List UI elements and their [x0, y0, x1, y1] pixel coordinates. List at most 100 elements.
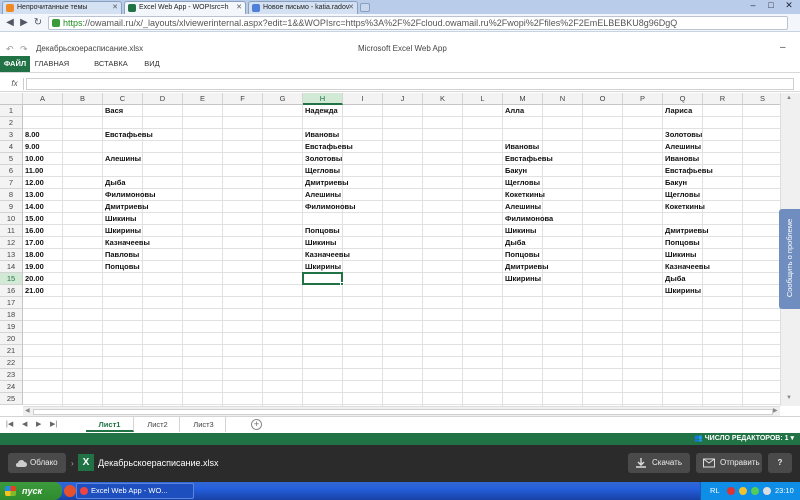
maximize-button[interactable]: □ — [762, 0, 780, 12]
cell-m12[interactable]: Дыба — [503, 237, 623, 249]
column-header-i[interactable]: I — [343, 93, 383, 105]
tray-network-icon[interactable] — [739, 487, 747, 495]
cell-c13[interactable]: Павловы — [103, 249, 223, 261]
column-header-m[interactable]: M — [503, 93, 543, 105]
close-icon[interactable]: ✕ — [112, 2, 118, 13]
scroll-left-icon[interactable]: ◀ — [25, 407, 30, 414]
column-header-g[interactable]: G — [263, 93, 303, 105]
cell-q4[interactable]: Алешины — [663, 141, 780, 153]
cell-h11[interactable]: Попцовы — [303, 225, 423, 237]
browser-quicklaunch-icon[interactable] — [64, 485, 76, 497]
download-button[interactable]: Скачать — [628, 453, 690, 473]
cell-h13[interactable]: Казначеевы — [303, 249, 423, 261]
horizontal-scrollbar[interactable]: ◀ ▶ — [23, 406, 780, 416]
cell-q1[interactable]: Лариса — [663, 105, 780, 117]
row-header-15[interactable]: 15 — [0, 273, 23, 285]
cell-h3[interactable]: Ивановы — [303, 129, 423, 141]
sheet-tab-3[interactable]: Лист3 — [182, 417, 226, 432]
cell-c5[interactable]: Алешины — [103, 153, 223, 165]
fill-handle[interactable] — [340, 282, 344, 286]
tab-file[interactable]: ФАЙЛ — [0, 56, 30, 72]
cell-m6[interactable]: Бакун — [503, 165, 623, 177]
column-header-k[interactable]: K — [423, 93, 463, 105]
row-header-3[interactable]: 3 — [0, 129, 23, 141]
row-header-20[interactable]: 20 — [0, 333, 23, 345]
send-button[interactable]: Отправить — [696, 453, 762, 473]
add-sheet-button[interactable]: + — [251, 419, 262, 430]
scroll-right-icon[interactable]: ▶ — [773, 407, 778, 414]
cloud-button[interactable]: Облако — [8, 453, 66, 473]
tray-update-icon[interactable] — [751, 487, 759, 495]
cell-m11[interactable]: Шикины — [503, 225, 623, 237]
column-header-j[interactable]: J — [383, 93, 423, 105]
cell-m9[interactable]: Алешины — [503, 201, 623, 213]
tray-antivirus-icon[interactable] — [727, 487, 735, 495]
cell-a15[interactable]: 20.00 — [23, 273, 143, 285]
cell-c10[interactable]: Шикины — [103, 213, 223, 225]
row-header-16[interactable]: 16 — [0, 285, 23, 297]
cell-a6[interactable]: 11.00 — [23, 165, 143, 177]
row-header-24[interactable]: 24 — [0, 381, 23, 393]
row-header-4[interactable]: 4 — [0, 141, 23, 153]
row-header-8[interactable]: 8 — [0, 189, 23, 201]
row-header-13[interactable]: 13 — [0, 249, 23, 261]
tab-insert[interactable]: ВСТАВКА — [90, 56, 132, 72]
column-header-d[interactable]: D — [143, 93, 183, 105]
column-header-q[interactable]: Q — [663, 93, 703, 105]
select-all-corner[interactable] — [0, 93, 23, 105]
cell-c9[interactable]: Дмитриевы — [103, 201, 223, 213]
cell-c8[interactable]: Филимоновы — [103, 189, 223, 201]
forward-icon[interactable]: ▶ — [18, 17, 30, 29]
close-icon[interactable]: ✕ — [348, 2, 354, 13]
cell-c11[interactable]: Шкирины — [103, 225, 223, 237]
column-header-f[interactable]: F — [223, 93, 263, 105]
row-header-17[interactable]: 17 — [0, 297, 23, 309]
language-indicator[interactable]: RL — [710, 482, 720, 500]
row-header-14[interactable]: 14 — [0, 261, 23, 273]
cell-q9[interactable]: Кокеткины — [663, 201, 780, 213]
active-cell[interactable] — [302, 272, 344, 286]
cell-q11[interactable]: Дмитриевы — [663, 225, 780, 237]
row-header-11[interactable]: 11 — [0, 225, 23, 237]
column-header-b[interactable]: B — [63, 93, 103, 105]
cell-h12[interactable]: Шикины — [303, 237, 423, 249]
url-input[interactable]: https://owamail.ru/x/_layouts/xlviewerin… — [48, 16, 788, 30]
row-header-23[interactable]: 23 — [0, 369, 23, 381]
minimize-ribbon-icon[interactable]: – — [780, 42, 786, 53]
cell-c7[interactable]: Дыба — [103, 177, 223, 189]
column-header-a[interactable]: A — [23, 93, 63, 105]
cell-q7[interactable]: Бакун — [663, 177, 780, 189]
cell-q14[interactable]: Казначеевы — [663, 261, 780, 273]
cell-h8[interactable]: Алешины — [303, 189, 423, 201]
cell-h9[interactable]: Филимоновы — [303, 201, 423, 213]
row-header-25[interactable]: 25 — [0, 393, 23, 405]
tab-home[interactable]: ГЛАВНАЯ — [32, 56, 72, 72]
sheet-tab-2[interactable]: Лист2 — [136, 417, 180, 432]
row-header-22[interactable]: 22 — [0, 357, 23, 369]
start-button[interactable]: пуск — [0, 482, 62, 500]
column-header-e[interactable]: E — [183, 93, 223, 105]
cell-q16[interactable]: Шкирины — [663, 285, 780, 297]
row-header-9[interactable]: 9 — [0, 201, 23, 213]
cell-h7[interactable]: Дмитриевы — [303, 177, 423, 189]
browser-tab-unread[interactable]: Непрочитанные темы ✕ — [2, 1, 122, 14]
undo-icon[interactable]: ↶ — [6, 44, 14, 55]
redo-icon[interactable]: ↷ — [20, 44, 28, 55]
cell-m10[interactable]: Филимонова — [503, 213, 623, 225]
cell-h1[interactable]: Надежда — [303, 105, 423, 117]
cell-c12[interactable]: Казначеевы — [103, 237, 223, 249]
new-tab-button[interactable] — [360, 3, 370, 12]
help-button[interactable]: ? — [768, 453, 792, 473]
cell-m14[interactable]: Дмитриевы — [503, 261, 623, 273]
row-header-5[interactable]: 5 — [0, 153, 23, 165]
row-header-7[interactable]: 7 — [0, 177, 23, 189]
cell-m5[interactable]: Евстафьевы — [503, 153, 623, 165]
column-header-s[interactable]: S — [743, 93, 780, 105]
back-icon[interactable]: ◀ — [4, 17, 16, 29]
row-header-12[interactable]: 12 — [0, 237, 23, 249]
column-header-r[interactable]: R — [703, 93, 743, 105]
scroll-down-icon[interactable]: ▼ — [786, 395, 792, 401]
column-header-p[interactable]: P — [623, 93, 663, 105]
cell-a4[interactable]: 9.00 — [23, 141, 143, 153]
column-header-n[interactable]: N — [543, 93, 583, 105]
